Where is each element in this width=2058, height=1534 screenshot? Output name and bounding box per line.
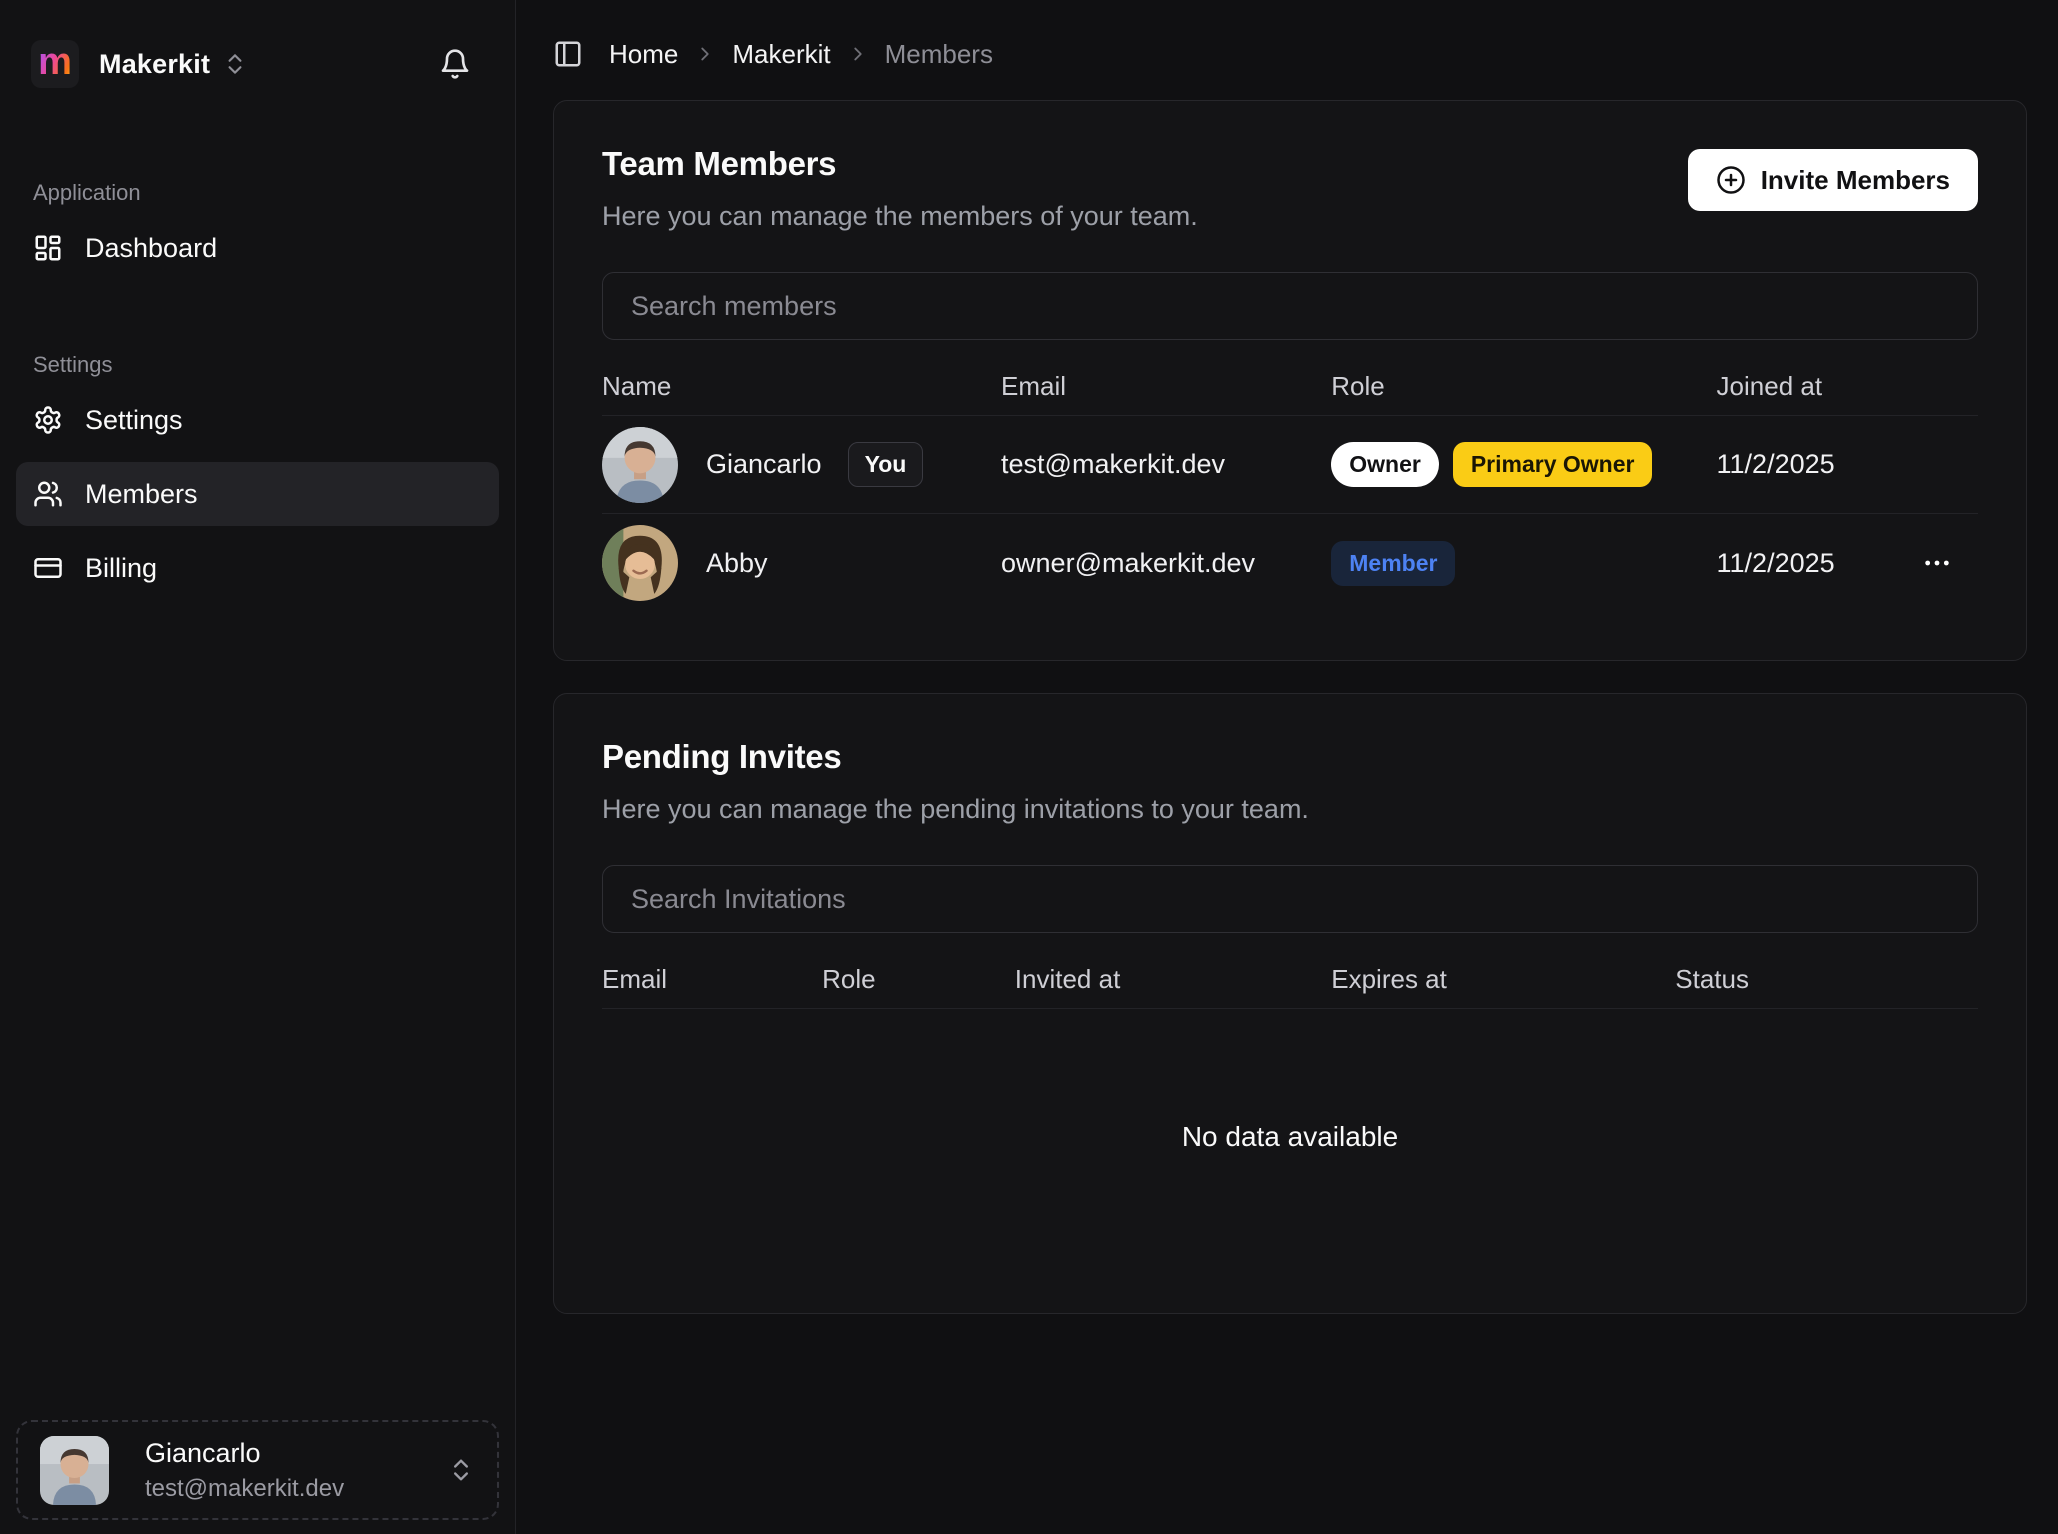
circle-plus-icon <box>1716 165 1746 195</box>
pending-invites-heading-block: Pending Invites Here you can manage the … <box>602 738 1309 825</box>
team-members-heading-block: Team Members Here you can manage the mem… <box>602 145 1198 232</box>
search-members-input[interactable] <box>602 272 1978 340</box>
user-avatar <box>40 1436 109 1505</box>
pending-invites-header: Pending Invites Here you can manage the … <box>602 738 1978 825</box>
sidebar-item-settings[interactable]: Settings <box>16 388 499 452</box>
sidebar-item-members[interactable]: Members <box>16 462 499 526</box>
sidebar-item-label: Members <box>85 479 198 510</box>
role-badge-primary-owner: Primary Owner <box>1453 442 1653 487</box>
joined-at-cell: 11/2/2025 <box>1717 548 1910 579</box>
team-members-title: Team Members <box>602 145 1198 183</box>
member-name: Giancarlo <box>706 449 822 480</box>
logo-letter: m <box>38 43 72 81</box>
sidebar-item-dashboard[interactable]: Dashboard <box>16 216 499 280</box>
pending-invites-card: Pending Invites Here you can manage the … <box>553 693 2027 1314</box>
chevrons-up-down-icon <box>447 1456 475 1484</box>
makerkit-logo-icon: m <box>31 40 79 88</box>
team-members-card: Team Members Here you can manage the mem… <box>553 100 2027 661</box>
sidebar-item-billing[interactable]: Billing <box>16 536 499 600</box>
col-name: Name <box>602 371 1001 402</box>
table-row-giancarlo: Giancarlo You test@makerkit.dev Owner Pr… <box>602 416 1978 514</box>
profile-texts: Giancarlo test@makerkit.dev <box>145 1438 447 1503</box>
member-name: Abby <box>706 548 768 579</box>
breadcrumb: Home Makerkit Members <box>609 39 993 70</box>
nav-section-settings: Settings <box>16 352 499 378</box>
sidebar-item-label: Dashboard <box>85 233 217 264</box>
sidebar-nav: Application Dashboard Settings Settings … <box>0 180 515 600</box>
search-invitations-input[interactable] <box>602 865 1978 933</box>
sidebar-toggle-icon[interactable] <box>553 39 583 69</box>
col-role: Role <box>1331 371 1716 402</box>
actions-cell <box>1909 535 1978 591</box>
role-badge-member: Member <box>1331 541 1455 586</box>
team-members-header: Team Members Here you can manage the mem… <box>602 145 1978 232</box>
col-email: Email <box>1001 371 1331 402</box>
breadcrumb-members: Members <box>885 39 993 70</box>
name-cell: Giancarlo You <box>602 427 1001 503</box>
role-cell: Member <box>1331 541 1716 586</box>
workspace-name: Makerkit <box>99 49 210 80</box>
member-avatar <box>602 427 678 503</box>
col-invited-at: Invited at <box>1015 964 1331 995</box>
pending-invites-table-header: Email Role Invited at Expires at Status <box>602 951 1978 1009</box>
role-badge-owner: Owner <box>1331 442 1439 487</box>
pending-invites-title: Pending Invites <box>602 738 1309 776</box>
invite-members-button[interactable]: Invite Members <box>1688 149 1978 211</box>
you-badge: You <box>848 442 924 487</box>
topbar: Home Makerkit Members <box>553 0 2027 100</box>
email-cell: owner@makerkit.dev <box>1001 548 1331 579</box>
sidebar-item-label: Settings <box>85 405 183 436</box>
empty-state-text: No data available <box>1182 1121 1398 1153</box>
gear-icon <box>33 405 63 435</box>
row-menu-ellipsis-icon[interactable] <box>1909 535 1965 591</box>
col-role: Role <box>822 964 1015 995</box>
invite-members-label: Invite Members <box>1761 165 1950 196</box>
col-joined-at: Joined at <box>1717 371 1910 402</box>
col-expires-at: Expires at <box>1331 964 1675 995</box>
email-cell: test@makerkit.dev <box>1001 449 1331 480</box>
table-row-abby: Abby owner@makerkit.dev Member 11/2/2025 <box>602 514 1978 612</box>
col-email: Email <box>602 964 822 995</box>
pending-invites-subtitle: Here you can manage the pending invitati… <box>602 794 1309 825</box>
empty-state: No data available <box>602 1009 1978 1265</box>
users-icon <box>33 479 63 509</box>
sidebar-item-label: Billing <box>85 553 157 584</box>
dashboard-icon <box>33 233 63 263</box>
sidebar: m Makerkit Application Dashboard Setting… <box>0 0 516 1534</box>
role-cell: Owner Primary Owner <box>1331 442 1716 487</box>
col-status: Status <box>1675 964 1978 995</box>
team-members-table-header: Name Email Role Joined at <box>602 358 1978 416</box>
user-profile-menu[interactable]: Giancarlo test@makerkit.dev <box>16 1420 499 1520</box>
chevron-right-icon <box>847 43 869 65</box>
breadcrumb-home[interactable]: Home <box>609 39 678 70</box>
credit-card-icon <box>33 553 63 583</box>
chevron-right-icon <box>694 43 716 65</box>
profile-email: test@makerkit.dev <box>145 1475 447 1503</box>
main-content: Home Makerkit Members Team Members Here … <box>516 0 2058 1534</box>
chevrons-up-down-icon[interactable] <box>222 51 248 77</box>
name-cell: Abby <box>602 525 1001 601</box>
notifications-bell-icon[interactable] <box>439 48 471 80</box>
nav-section-application: Application <box>16 180 499 206</box>
team-members-subtitle: Here you can manage the members of your … <box>602 201 1198 232</box>
workspace-switcher[interactable]: m Makerkit <box>0 0 515 88</box>
member-avatar <box>602 525 678 601</box>
breadcrumb-makerkit[interactable]: Makerkit <box>732 39 830 70</box>
joined-at-cell: 11/2/2025 <box>1717 449 1910 480</box>
profile-name: Giancarlo <box>145 1438 447 1469</box>
